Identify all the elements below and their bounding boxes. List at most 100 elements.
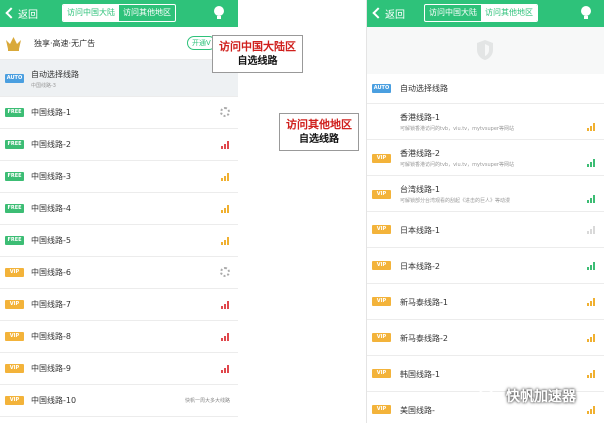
signal-strength-icon <box>221 205 230 213</box>
lightbulb-icon[interactable] <box>213 5 225 21</box>
route-name: 中国线路-10 <box>31 396 77 405</box>
vip-badge: VIP <box>372 369 391 378</box>
route-name: 日本线路-1 <box>400 226 440 235</box>
free-badge: FREE <box>5 172 24 181</box>
free-badge: FREE <box>5 236 24 245</box>
route-name: 中国线路-8 <box>31 332 71 341</box>
tab-other-regions[interactable]: 访问其他地区 <box>119 5 175 21</box>
tab-mainland[interactable]: 访问中国大陆 <box>425 5 481 21</box>
annotation-other-subtitle: 自选线路 <box>299 134 339 145</box>
route-row[interactable]: VIP 中国线路-7 <box>0 289 238 321</box>
auto-badge: AUTO <box>372 84 391 93</box>
tab-mainland[interactable]: 访问中国大陆 <box>63 5 119 21</box>
route-name: 新马泰线路-1 <box>400 298 448 307</box>
route-name: 中国线路-2 <box>31 140 71 149</box>
route-row[interactable]: VIP 日本线路-2 <box>367 248 604 284</box>
route-row[interactable]: VIP 台湾线路-1 可解锁部分台湾观看的刮起《进击的巨人》等动漫 <box>367 176 604 212</box>
route-name: 日本线路-2 <box>400 262 440 271</box>
route-name: 香港线路-2 <box>400 149 440 158</box>
signal-strength-icon <box>587 334 596 342</box>
vip-badge: VIP <box>5 300 24 309</box>
route-row[interactable]: FREE 中国线路-1 <box>0 97 238 129</box>
loading-spinner-icon <box>220 107 230 117</box>
route-name: 中国线路-4 <box>31 204 71 213</box>
route-name: 香港线路-1 <box>400 113 440 122</box>
wechat-icon <box>478 388 500 404</box>
region-tabs: 访问中国大陆 访问其他地区 <box>424 4 538 22</box>
route-row[interactable]: FREE 中国线路-4 <box>0 193 238 225</box>
left-phone-screen: 返回 访问中国大陆 访问其他地区 独享·高速·无广告 开通V AUTO 自动选择… <box>0 0 238 423</box>
route-description: 可解锁香港访问的tvb，viu.tv，mytvsuper等网站 <box>400 126 514 132</box>
back-chevron-icon <box>5 7 17 19</box>
back-chevron-icon <box>372 7 384 19</box>
route-row[interactable]: FREE 中国线路-2 <box>0 129 238 161</box>
back-label: 返回 <box>385 9 405 21</box>
route-name: 韩国线路-1 <box>400 370 440 379</box>
route-description: 可解锁部分台湾观看的刮起《进击的巨人》等动漫 <box>400 198 511 204</box>
route-row[interactable]: VIP 中国线路-8 <box>0 321 238 353</box>
vip-badge: VIP <box>372 190 391 199</box>
back-button[interactable]: 返回 <box>372 5 405 21</box>
signal-strength-icon <box>221 365 230 373</box>
route-row[interactable]: VIP 中国线路-10 快帆一周大多大线路 <box>0 385 238 417</box>
route-row[interactable]: FREE 中国线路-5 <box>0 225 238 257</box>
back-label: 返回 <box>18 9 38 21</box>
route-row[interactable]: FREE 中国线路-3 <box>0 161 238 193</box>
signal-strength-icon <box>221 333 230 341</box>
top-bar: 返回 访问中国大陆 访问其他地区 <box>367 0 604 27</box>
route-row[interactable]: VIP 新马泰线路-1 <box>367 284 604 320</box>
signal-strength-icon <box>587 195 596 203</box>
route-name: 新马泰线路-2 <box>400 334 448 343</box>
route-row[interactable]: VIP 新马泰线路-2 <box>367 320 604 356</box>
auto-select-row[interactable]: AUTO 自动选择线路 <box>367 74 604 104</box>
auto-select-label: 自动选择线路 <box>31 70 79 79</box>
vip-badge: VIP <box>5 364 24 373</box>
crown-icon <box>6 37 21 51</box>
route-row[interactable]: VIP 日本线路-1 <box>367 212 604 248</box>
route-row[interactable]: VIP 中国线路-6 <box>0 257 238 289</box>
vip-badge: VIP <box>372 225 391 234</box>
signal-strength-icon <box>221 237 230 245</box>
signal-strength-icon <box>587 123 596 131</box>
top-bar: 返回 访问中国大陆 访问其他地区 <box>0 0 238 27</box>
route-name: 台湾线路-1 <box>400 185 440 194</box>
annotation-mainland-title: 访问中国大陆区 <box>219 40 296 53</box>
signal-strength-icon <box>221 301 230 309</box>
vip-badge: VIP <box>5 268 24 277</box>
signal-strength-icon <box>587 370 596 378</box>
signal-strength-icon <box>587 298 596 306</box>
tab-other-regions[interactable]: 访问其他地区 <box>481 5 537 21</box>
shield-icon <box>477 40 493 60</box>
vip-badge: VIP <box>5 396 24 405</box>
right-phone-screen: 返回 访问中国大陆 访问其他地区 AUTO 自动选择线路 香港线路-1 可解锁香港… <box>366 0 604 423</box>
back-button[interactable]: 返回 <box>5 5 38 21</box>
route-name: 中国线路-5 <box>31 236 71 245</box>
route-row[interactable]: 香港线路-1 可解锁香港访问的tvb，viu.tv，mytvsuper等网站 <box>367 104 604 140</box>
signal-strength-icon <box>587 159 596 167</box>
route-description: 可解锁香港访问的tvb，viu.tv，mytvsuper等网站 <box>400 162 514 168</box>
lightbulb-icon[interactable] <box>580 5 592 21</box>
free-badge: FREE <box>5 204 24 213</box>
vip-badge: VIP <box>372 154 391 163</box>
annotation-other-title: 访问其他地区 <box>286 118 352 131</box>
vip-badge: VIP <box>372 297 391 306</box>
promo-text: 独享·高速·无广告 <box>34 39 96 48</box>
screenshot-canvas: 返回 访问中国大陆 访问其他地区 独享·高速·无广告 开通V AUTO 自动选择… <box>0 0 604 423</box>
signal-strength-icon <box>587 406 596 414</box>
vip-promo-row: 独享·高速·无广告 开通V <box>0 27 238 60</box>
free-badge: FREE <box>5 140 24 149</box>
auto-badge: AUTO <box>5 74 24 83</box>
vip-badge: VIP <box>372 333 391 342</box>
route-note: 快帆一周大多大线路 <box>184 398 230 404</box>
route-name: 中国线路-3 <box>31 172 71 181</box>
signal-strength-icon <box>221 141 230 149</box>
route-row[interactable]: VIP 中国线路-9 <box>0 353 238 385</box>
route-row[interactable]: VIP 香港线路-2 可解锁香港访问的tvb，viu.tv，mytvsuper等网站 <box>367 140 604 176</box>
annotation-mainland-subtitle: 自选线路 <box>237 56 278 67</box>
vip-badge: VIP <box>5 332 24 341</box>
route-name: 美国线路- <box>400 406 435 415</box>
auto-select-row[interactable]: AUTO 自动选择线路 中国线路-3 <box>0 60 238 97</box>
auto-select-label: 自动选择线路 <box>400 84 448 93</box>
loading-spinner-icon <box>220 267 230 277</box>
annotation-mainland: 访问中国大陆区 自选线路 <box>212 35 303 73</box>
